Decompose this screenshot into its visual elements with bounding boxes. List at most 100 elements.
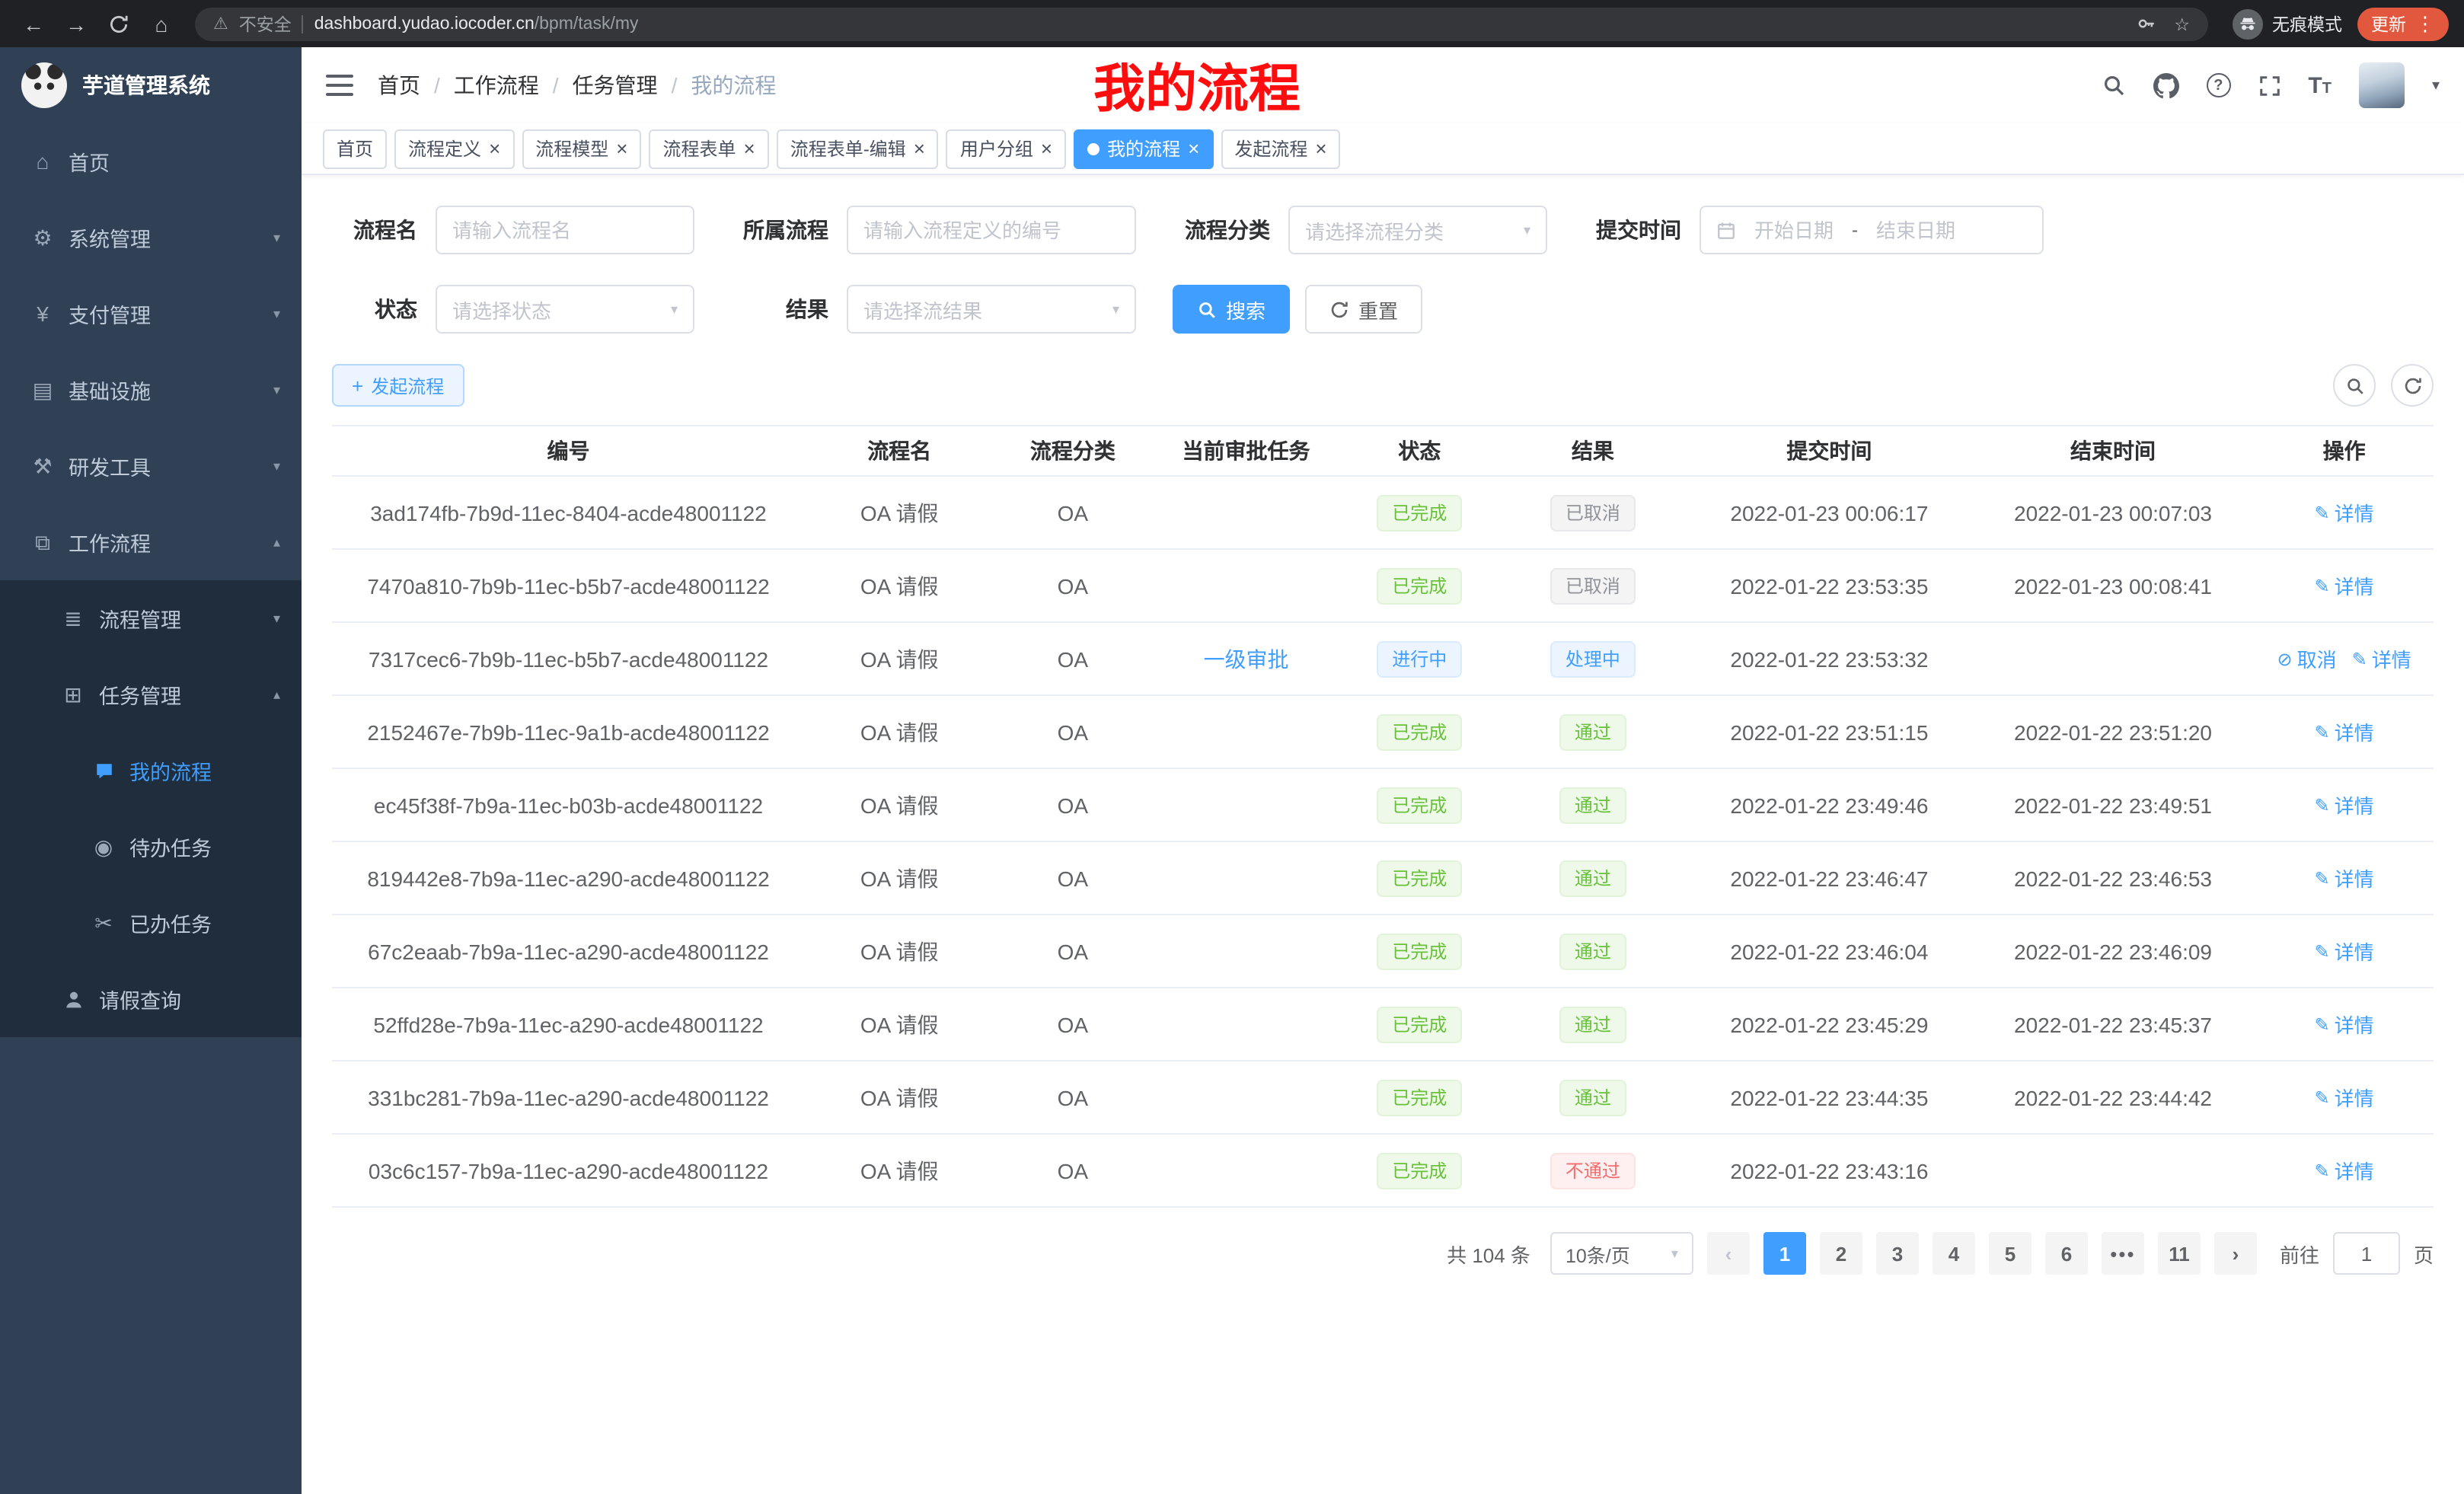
github-icon[interactable] [2153, 72, 2178, 98]
category-select[interactable]: 请选择流程分类 ▾ [1288, 206, 1547, 254]
detail-action-link[interactable]: ✎详情 [2315, 790, 2374, 819]
password-key-icon[interactable] [2136, 14, 2156, 34]
tab-user-group[interactable]: 用户分组× [946, 129, 1066, 168]
sidebar-item-label: 任务管理 [99, 679, 181, 710]
page-button-4[interactable]: 4 [1933, 1232, 1975, 1275]
browser-home-button[interactable]: ⌂ [143, 5, 180, 42]
edit-icon: ✎ [2315, 1160, 2330, 1181]
tab-home[interactable]: 首页 [323, 129, 387, 168]
action-label: 详情 [2335, 1156, 2374, 1185]
goto-page-input[interactable] [2333, 1232, 2400, 1275]
tab-process-model[interactable]: 流程模型× [522, 129, 641, 168]
page-button-6[interactable]: 6 [2045, 1232, 2088, 1275]
tab-start-process[interactable]: 发起流程× [1221, 129, 1340, 168]
close-icon[interactable]: × [1041, 139, 1052, 158]
cell-category: OA [994, 866, 1151, 890]
cancel-action-link[interactable]: ⊘取消 [2277, 644, 2336, 673]
page-button-5[interactable]: 5 [1989, 1232, 2032, 1275]
close-icon[interactable]: × [616, 139, 627, 158]
prev-page-button[interactable]: ‹ [1707, 1232, 1750, 1275]
result-select[interactable]: 请选择流结果 ▾ [847, 285, 1136, 334]
page-button-3[interactable]: 3 [1876, 1232, 1919, 1275]
close-icon[interactable]: × [744, 139, 755, 158]
breadcrumb-item[interactable]: 任务管理 [573, 70, 658, 101]
cell-process-id: 331bc281-7b9a-11ec-a290-acde48001122 [332, 1085, 805, 1109]
sidebar-item-done-tasks[interactable]: ✂已办任务 [0, 885, 302, 961]
browser-back-button[interactable]: ← [15, 5, 52, 42]
detail-action-link[interactable]: ✎详情 [2315, 717, 2374, 746]
cell-status: 已完成 [1341, 860, 1499, 896]
sidebar-item-workflow[interactable]: ⧉工作流程▴ [0, 504, 302, 580]
cell-result: 已取消 [1499, 494, 1687, 531]
sidebar-item-dev-tools[interactable]: ⚒研发工具▾ [0, 428, 302, 504]
detail-action-link[interactable]: ✎详情 [2315, 1156, 2374, 1185]
start-date-input[interactable] [1745, 219, 1843, 241]
current-task-link[interactable]: 一级审批 [1204, 646, 1289, 671]
address-bar[interactable]: ⚠ 不安全 dashboard.yudao.iocoder.cn/bpm/tas… [195, 7, 2208, 40]
detail-action-link[interactable]: ✎详情 [2315, 1083, 2374, 1112]
tab-my-process[interactable]: 我的流程× [1074, 129, 1213, 168]
submit-time-range[interactable]: - [1700, 206, 2044, 254]
avatar[interactable] [2359, 62, 2405, 108]
browser-update-button[interactable]: 更新 ⋮ [2357, 7, 2449, 40]
sidebar-item-system-management[interactable]: ⚙系统管理▾ [0, 200, 302, 276]
tab-process-definition[interactable]: 流程定义× [394, 129, 514, 168]
app-logo[interactable]: 芋道管理系统 [0, 47, 302, 123]
browser-refresh-button[interactable] [101, 5, 137, 42]
security-warning[interactable]: 不安全 [239, 11, 292, 36]
tab-process-form-edit[interactable]: 流程表单-编辑× [777, 129, 939, 168]
font-size-icon[interactable]: TT [2308, 72, 2332, 98]
close-icon[interactable]: × [1188, 139, 1199, 158]
close-icon[interactable]: × [489, 139, 500, 158]
browser-menu-icon[interactable]: ⋮ [2415, 11, 2435, 36]
search-icon[interactable] [2101, 73, 2125, 97]
sidebar-item-label: 研发工具 [69, 451, 151, 481]
breadcrumb-item[interactable]: 首页 [378, 70, 420, 101]
search-button[interactable]: 搜索 [1173, 285, 1290, 334]
status-select[interactable]: 请选择状态 ▾ [436, 285, 694, 334]
close-icon[interactable]: × [914, 139, 925, 158]
sidebar-item-infrastructure[interactable]: ▤基础设施▾ [0, 352, 302, 428]
tab-process-form[interactable]: 流程表单× [649, 129, 768, 168]
sidebar-item-process-management[interactable]: ≣流程管理▾ [0, 580, 302, 656]
detail-action-link[interactable]: ✎详情 [2352, 644, 2411, 673]
detail-action-link[interactable]: ✎详情 [2315, 864, 2374, 892]
table-row: 819442e8-7b9a-11ec-a290-acde48001122OA 请… [332, 842, 2434, 915]
page-button-1[interactable]: 1 [1763, 1232, 1806, 1275]
detail-action-link[interactable]: ✎详情 [2315, 1010, 2374, 1039]
breadcrumb-item[interactable]: 工作流程 [454, 70, 539, 101]
sidebar: 芋道管理系统 ⌂首页⚙系统管理▾¥支付管理▾▤基础设施▾⚒研发工具▾⧉工作流程▴… [0, 47, 302, 1494]
sidebar-item-my-process[interactable]: 我的流程 [0, 733, 302, 809]
detail-action-link[interactable]: ✎详情 [2315, 937, 2374, 966]
page-ellipsis[interactable]: ••• [2102, 1232, 2144, 1275]
process-name-input[interactable] [452, 219, 678, 241]
page-size-select[interactable]: 10条/页 ▾ [1550, 1232, 1693, 1275]
sidebar-item-todo-tasks[interactable]: ◉待办任务 [0, 809, 302, 885]
page-button-2[interactable]: 2 [1820, 1232, 1862, 1275]
cell-end-time: 2022-01-22 23:46:09 [1971, 939, 2255, 963]
bookmark-star-icon[interactable]: ☆ [2174, 13, 2190, 34]
toggle-search-button[interactable] [2333, 364, 2376, 407]
sidebar-toggle-icon[interactable] [326, 75, 353, 96]
process-definition-input[interactable] [863, 219, 1119, 241]
filter-label-process-name: 流程名 [332, 215, 417, 245]
create-process-button[interactable]: + 发起流程 [332, 364, 464, 407]
refresh-button[interactable] [2391, 364, 2434, 407]
help-icon[interactable]: ? [2206, 73, 2230, 97]
close-icon[interactable]: × [1315, 139, 1326, 158]
detail-action-link[interactable]: ✎详情 [2315, 498, 2374, 527]
cell-process-name: OA 请假 [805, 1082, 994, 1113]
browser-forward-button[interactable]: → [58, 5, 94, 42]
sidebar-item-task-management[interactable]: ⊞任务管理▴ [0, 656, 302, 733]
fullscreen-icon[interactable] [2258, 74, 2280, 97]
end-date-input[interactable] [1867, 219, 1964, 241]
calendar-icon [1716, 220, 1736, 240]
sidebar-item-home[interactable]: ⌂首页 [0, 123, 302, 200]
page-button-11[interactable]: 11 [2158, 1232, 2201, 1275]
chevron-down-icon[interactable]: ▾ [2432, 77, 2440, 94]
sidebar-item-leave-query[interactable]: 请假查询 [0, 961, 302, 1037]
detail-action-link[interactable]: ✎详情 [2315, 571, 2374, 600]
reset-button[interactable]: 重置 [1305, 285, 1422, 334]
next-page-button[interactable]: › [2214, 1232, 2257, 1275]
sidebar-item-payment-management[interactable]: ¥支付管理▾ [0, 276, 302, 352]
